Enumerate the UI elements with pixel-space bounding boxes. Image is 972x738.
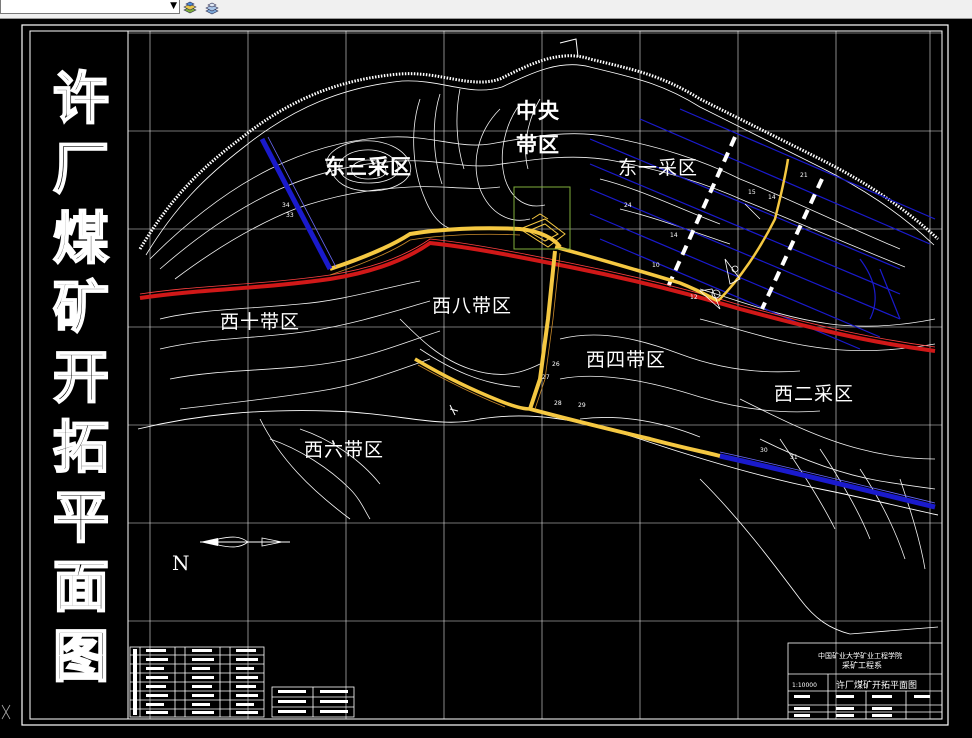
title-block-fills — [794, 695, 930, 717]
drawing-canvas[interactable]: 34 33 26 27 28 29 30 31 24 14 10 12 15 1… — [0, 19, 972, 738]
zone-label-west-four: 西四带区 — [586, 349, 667, 371]
title-block-drawing-name: 许厂煤矿开拓平面图 — [836, 681, 918, 691]
zone-label-east-one: 东一采区 — [618, 157, 699, 179]
zone-label-west-two: 西二采区 — [774, 383, 855, 405]
layer-properties-icon[interactable] — [182, 1, 198, 15]
zone-label-east-three: 东三采区 — [324, 154, 412, 179]
svg-text:15: 15 — [748, 189, 756, 196]
svg-text:21: 21 — [800, 172, 808, 179]
svg-text:14: 14 — [670, 232, 678, 239]
svg-text:28: 28 — [554, 400, 562, 407]
north-label: N — [172, 551, 190, 575]
title-block-scale: 1:10000 — [792, 682, 817, 689]
svg-text:34: 34 — [282, 202, 290, 209]
north-arrow-icon — [200, 536, 290, 548]
svg-text:29: 29 — [578, 402, 586, 409]
title-block-department: 采矿工程系 — [842, 661, 882, 670]
zone-label-central-2: 带区 — [516, 132, 560, 157]
svg-text:26: 26 — [552, 361, 560, 368]
svg-text:30: 30 — [760, 447, 768, 454]
svg-text:24: 24 — [624, 202, 632, 209]
zone-label-west-eight: 西八带区 — [432, 295, 513, 317]
toolbar: ▼ — [0, 0, 972, 19]
layer-dropdown[interactable]: ▼ — [0, 0, 180, 14]
layer-states-icon[interactable] — [204, 1, 220, 15]
svg-text:14: 14 — [768, 194, 776, 201]
cursor-mark — [1, 704, 11, 720]
legend-table — [129, 646, 355, 718]
chevron-down-icon[interactable]: ▼ — [170, 1, 177, 11]
main-roadway-red — [139, 238, 936, 353]
zone-label-west-six: 西六带区 — [304, 439, 385, 461]
svg-text:31: 31 — [790, 454, 798, 461]
zone-label-central-1: 中央 — [516, 98, 560, 123]
svg-text:10: 10 — [652, 262, 660, 269]
svg-text:12: 12 — [690, 294, 698, 301]
boundary-mark — [449, 404, 459, 416]
svg-text:33: 33 — [286, 212, 294, 219]
zone-label-west-ten: 西十带区 — [220, 311, 301, 333]
roadway-edges — [329, 233, 561, 410]
inner-frame — [29, 30, 943, 720]
svg-text:27: 27 — [542, 374, 550, 381]
